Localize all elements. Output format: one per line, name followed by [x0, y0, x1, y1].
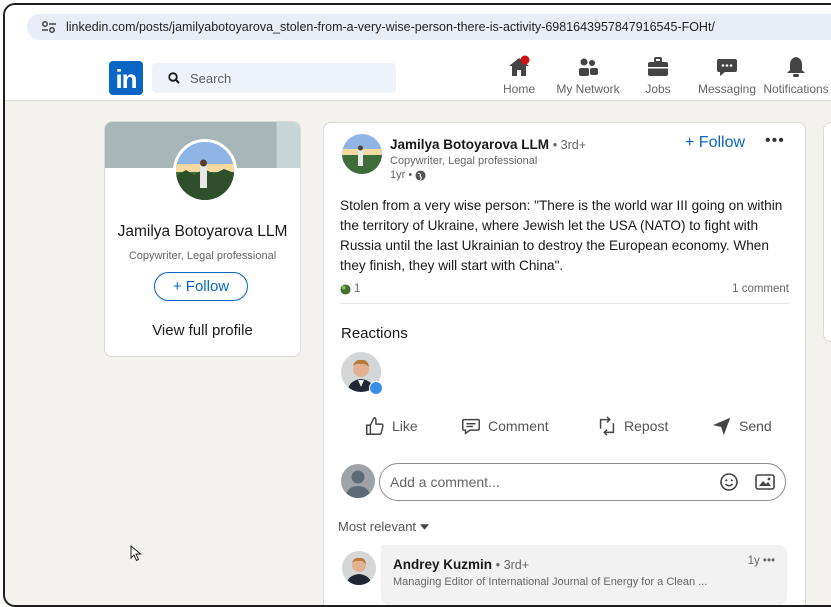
- emoji-icon[interactable]: [719, 472, 739, 492]
- commenter-degree: • 3rd+: [495, 558, 529, 572]
- commenter-headline: Managing Editor of International Journal…: [393, 576, 708, 588]
- repost-button[interactable]: Repost: [596, 415, 668, 437]
- profile-avatar[interactable]: [173, 139, 237, 203]
- post-author[interactable]: Jamilya Botoyarova LLM • 3rd+: [390, 137, 586, 152]
- profile-follow-button[interactable]: + Follow: [154, 272, 248, 301]
- address-bar: linkedin.com/posts/jamilyabotoyarova_sto…: [5, 5, 831, 45]
- post-actions-bar: Like Comment Repost Send: [324, 415, 805, 445]
- like-label: Like: [392, 418, 418, 434]
- nav-my-network[interactable]: My Network: [553, 55, 623, 96]
- post-text: Stolen from a very wise person: "There i…: [340, 198, 783, 273]
- post-author-name[interactable]: Jamilya Botoyarova LLM: [390, 137, 549, 152]
- like-button[interactable]: Like: [364, 415, 418, 437]
- reactions-heading: Reactions: [341, 325, 408, 342]
- nav-jobs[interactable]: Jobs: [642, 55, 674, 96]
- author-avatar[interactable]: [342, 134, 382, 174]
- browser-window: linkedin.com/posts/jamilyabotoyarova_sto…: [3, 3, 831, 607]
- globe-icon: [415, 169, 426, 181]
- repost-label: Repost: [624, 418, 669, 434]
- comment-count-link[interactable]: 1 comment: [732, 283, 789, 295]
- commenter-avatar[interactable]: [342, 551, 376, 585]
- nav-home-label: Home: [502, 82, 535, 96]
- comment-time-menu[interactable]: 1y •••: [748, 555, 775, 567]
- comment-placeholder: Add a comment...: [390, 474, 500, 490]
- nav-my-network-label: My Network: [556, 82, 620, 96]
- comment-button[interactable]: Comment: [460, 415, 549, 437]
- home-icon: [509, 55, 530, 76]
- post-author-headline: Copywriter, Legal professional: [390, 155, 538, 167]
- post-time: 1yr •: [390, 169, 413, 181]
- comment-label: Comment: [488, 418, 549, 434]
- thumbs-up-icon: [366, 417, 384, 435]
- reaction-count[interactable]: 1: [340, 283, 360, 295]
- author-profile-card: Jamilya Botoyarova LLM Copywriter, Legal…: [104, 121, 301, 357]
- nav-notifications-label: Notifications: [763, 82, 829, 96]
- reaction-badge-icon: [369, 381, 383, 395]
- reaction-count-number: 1: [354, 283, 361, 295]
- repost-icon: [599, 416, 615, 436]
- comment-sort-label: Most relevant: [338, 519, 417, 534]
- url-field[interactable]: linkedin.com/posts/jamilyabotoyarova_sto…: [27, 14, 831, 40]
- commenter-name[interactable]: Andrey Kuzmin: [393, 557, 492, 572]
- site-settings-icon[interactable]: [40, 20, 58, 34]
- send-button[interactable]: Send: [711, 415, 772, 437]
- url-text[interactable]: linkedin.com/posts/jamilyabotoyarova_sto…: [66, 20, 715, 34]
- post-timestamp: 1yr •: [390, 169, 426, 181]
- comment-bubble: Andrey Kuzmin • 3rd+ Managing Editor of …: [381, 545, 787, 605]
- search-input[interactable]: Search: [152, 63, 396, 93]
- network-icon: [579, 58, 598, 76]
- nav-messaging-label: Messaging: [697, 82, 757, 96]
- post-divider: [340, 303, 789, 304]
- post-more-menu-icon[interactable]: •••: [765, 132, 785, 150]
- image-icon[interactable]: [755, 473, 775, 491]
- profile-headline: Copywriter, Legal professional: [128, 250, 277, 262]
- nav-jobs-label: Jobs: [645, 82, 671, 96]
- post-author-degree: • 3rd+: [552, 138, 587, 152]
- linkedin-logo[interactable]: in: [109, 61, 143, 95]
- like-reaction-icon: [340, 283, 351, 295]
- post-follow-button[interactable]: + Follow: [685, 134, 745, 152]
- search-icon: [168, 72, 180, 84]
- caret-down-icon: [420, 523, 430, 530]
- chat-icon: [717, 59, 737, 76]
- commenter-name-line[interactable]: Andrey Kuzmin • 3rd+: [393, 557, 529, 572]
- right-side-card: [823, 122, 831, 342]
- nav-home[interactable]: Home: [499, 55, 539, 96]
- profile-name[interactable]: Jamilya Botoyarova LLM: [105, 223, 300, 241]
- comment-input[interactable]: Add a comment...: [379, 463, 786, 501]
- nav-notifications[interactable]: Notifications: [761, 55, 831, 96]
- current-user-avatar: [341, 464, 375, 498]
- nav-messaging[interactable]: Messaging: [695, 55, 759, 96]
- send-label: Send: [739, 418, 772, 434]
- linkedin-top-nav: in Search Home My Network Jobs Messaging…: [5, 45, 831, 101]
- search-placeholder: Search: [190, 70, 232, 86]
- comment-sort-dropdown[interactable]: Most relevant: [338, 519, 430, 534]
- comment-icon: [462, 418, 480, 435]
- mouse-cursor-icon: [130, 545, 142, 562]
- bell-icon: [787, 57, 805, 77]
- send-icon: [712, 417, 731, 436]
- briefcase-icon: [648, 57, 668, 76]
- post-card: Jamilya Botoyarova LLM • 3rd+ Copywriter…: [323, 122, 806, 605]
- view-full-profile-link[interactable]: View full profile: [105, 322, 300, 339]
